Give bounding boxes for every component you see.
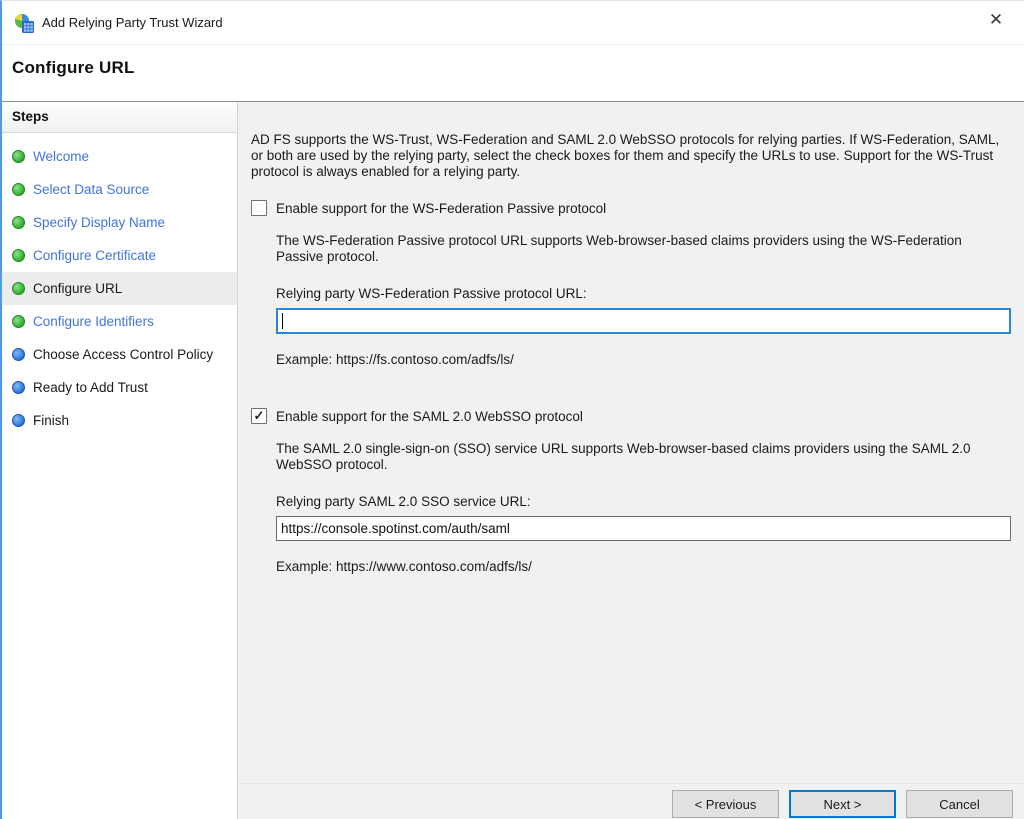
wsfed-checkbox-row: Enable support for the WS-Federation Pas…	[251, 200, 1012, 216]
intro-text: AD FS supports the WS-Trust, WS-Federati…	[251, 132, 1012, 180]
wsfed-example-text: Example: https://fs.contoso.com/adfs/ls/	[276, 352, 1012, 368]
saml-checkbox-label[interactable]: Enable support for the SAML 2.0 WebSSO p…	[276, 409, 583, 424]
step-done-icon	[12, 216, 25, 229]
wsfed-section: The WS-Federation Passive protocol URL s…	[276, 233, 1012, 368]
wizard-body: Steps Welcome Select Data Source Specify…	[2, 102, 1024, 819]
steps-header: Steps	[2, 102, 237, 133]
wizard-window: Add Relying Party Trust Wizard ✕ Configu…	[0, 0, 1024, 819]
step-done-icon	[12, 150, 25, 163]
saml-url-input[interactable]: https://console.spotinst.com/auth/saml	[276, 516, 1011, 541]
next-button[interactable]: Next >	[789, 790, 896, 818]
wsfed-checkbox-label[interactable]: Enable support for the WS-Federation Pas…	[276, 201, 606, 216]
step-item-select-data-source[interactable]: Select Data Source	[2, 173, 237, 206]
saml-example-text: Example: https://www.contoso.com/adfs/ls…	[276, 559, 1012, 575]
wsfed-url-input[interactable]	[276, 308, 1011, 334]
previous-button[interactable]: < Previous	[672, 790, 779, 818]
step-item-welcome[interactable]: Welcome	[2, 140, 237, 173]
saml-section: The SAML 2.0 single-sign-on (SSO) servic…	[276, 441, 1012, 575]
wsfed-checkbox[interactable]	[251, 200, 267, 216]
main-panel: AD FS supports the WS-Trust, WS-Federati…	[238, 102, 1024, 819]
step-item-finish: Finish	[2, 404, 237, 437]
step-item-configure-url: Configure URL	[2, 272, 237, 305]
step-item-ready-to-add-trust: Ready to Add Trust	[2, 371, 237, 404]
wsfed-url-label: Relying party WS-Federation Passive prot…	[276, 286, 1012, 302]
wizard-footer: < Previous Next > Cancel	[239, 783, 1024, 819]
wsfed-description: The WS-Federation Passive protocol URL s…	[276, 233, 1006, 265]
cancel-button[interactable]: Cancel	[906, 790, 1013, 818]
steps-list: Welcome Select Data Source Specify Displ…	[2, 133, 237, 437]
step-upcoming-icon	[12, 348, 25, 361]
step-item-specify-display-name[interactable]: Specify Display Name	[2, 206, 237, 239]
steps-sidebar: Steps Welcome Select Data Source Specify…	[2, 102, 238, 819]
step-done-icon	[12, 249, 25, 262]
step-done-icon	[12, 183, 25, 196]
step-current-icon	[12, 282, 25, 295]
saml-url-label: Relying party SAML 2.0 SSO service URL:	[276, 494, 1012, 510]
window-title: Add Relying Party Trust Wizard	[42, 15, 223, 30]
step-item-choose-access-control-policy: Choose Access Control Policy	[2, 338, 237, 371]
step-upcoming-icon	[12, 414, 25, 427]
step-upcoming-icon	[12, 381, 25, 394]
adfs-app-icon	[14, 13, 34, 33]
saml-description: The SAML 2.0 single-sign-on (SSO) servic…	[276, 441, 1006, 473]
step-item-configure-identifiers[interactable]: Configure Identifiers	[2, 305, 237, 338]
step-done-icon	[12, 315, 25, 328]
text-caret	[282, 313, 283, 329]
saml-checkbox-row: ✓ Enable support for the SAML 2.0 WebSSO…	[251, 408, 1012, 424]
saml-url-value: https://console.spotinst.com/auth/saml	[281, 521, 510, 536]
page-title: Configure URL	[2, 45, 1024, 78]
close-icon[interactable]: ✕	[982, 6, 1010, 34]
wizard-header: Add Relying Party Trust Wizard ✕ Configu…	[2, 1, 1024, 102]
step-item-configure-certificate[interactable]: Configure Certificate	[2, 239, 237, 272]
saml-checkbox[interactable]: ✓	[251, 408, 267, 424]
titlebar: Add Relying Party Trust Wizard ✕	[2, 1, 1024, 45]
